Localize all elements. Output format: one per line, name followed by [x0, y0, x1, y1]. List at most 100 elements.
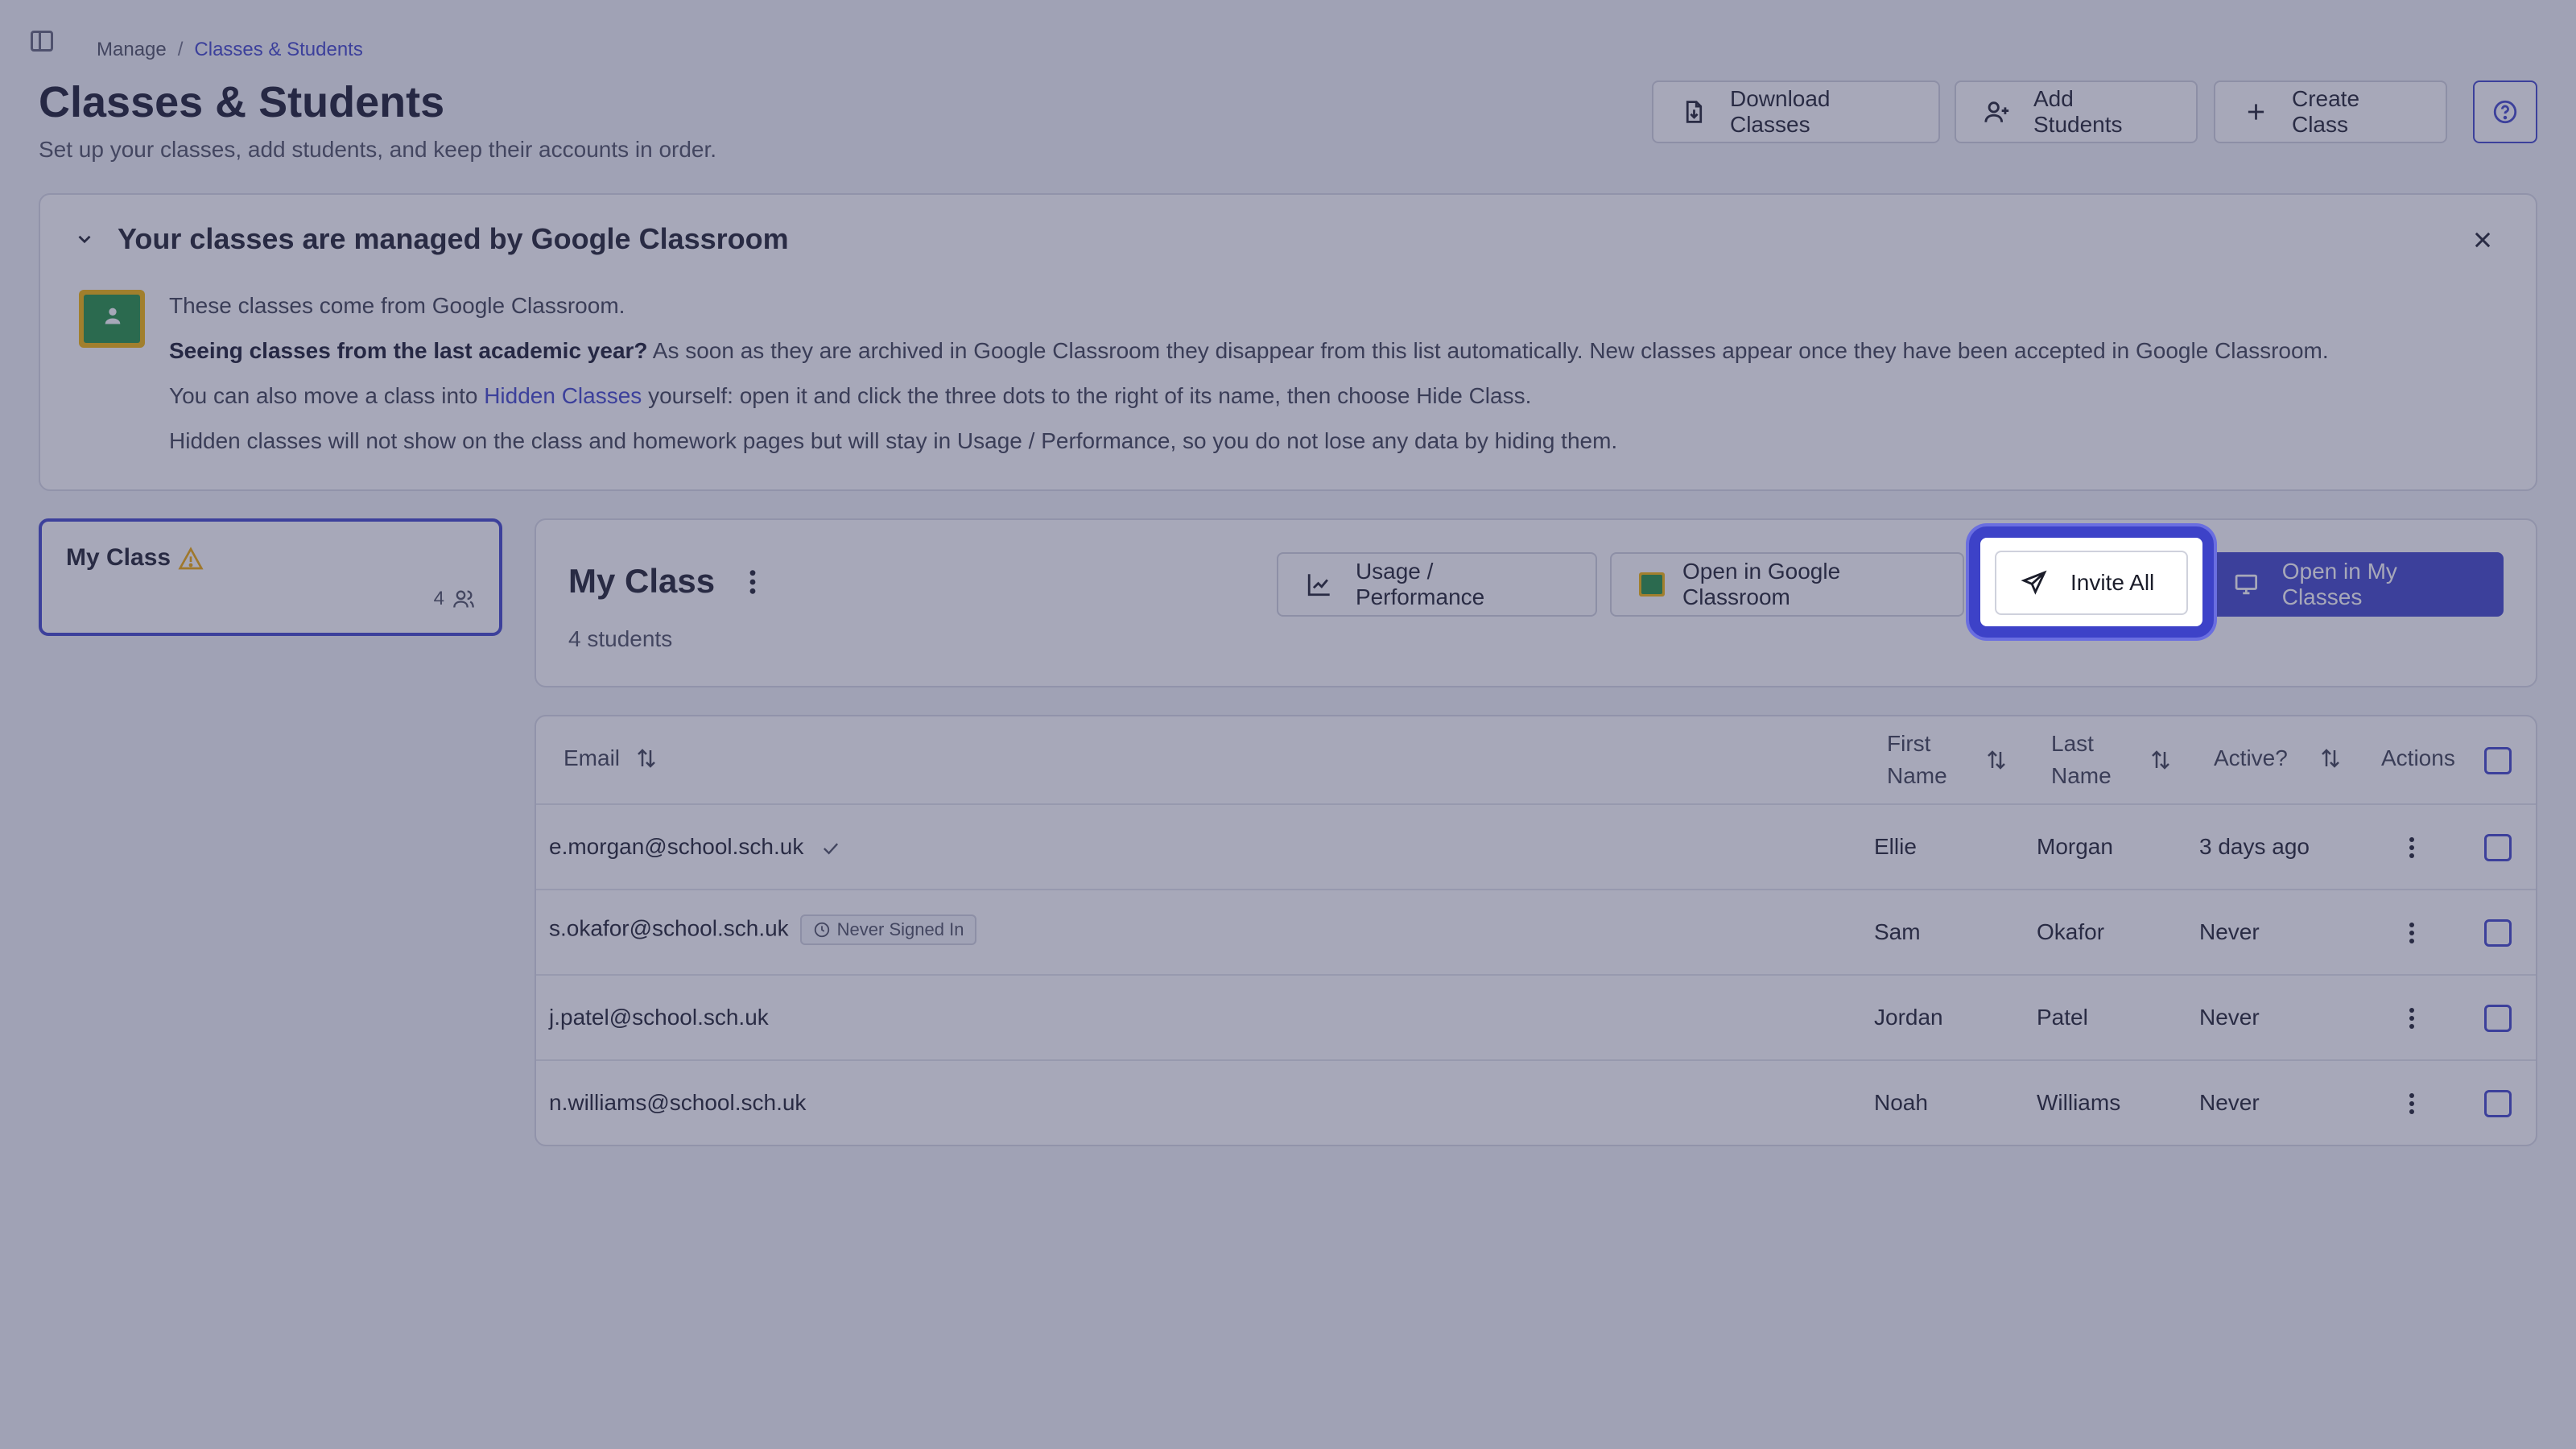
download-classes-label: Download Classes — [1729, 86, 1831, 137]
sidebar-toggle-icon[interactable] — [31, 31, 53, 52]
row-first-name: Jordan — [1874, 1005, 1943, 1030]
google-classroom-banner: Your classes are managed by Google Class… — [39, 193, 2537, 491]
table-row: j.patel@school.sch.uk Jordan Patel Never — [536, 976, 2536, 1061]
badge-label: Never Signed In — [836, 919, 964, 939]
row-email: n.williams@school.sch.uk — [549, 1090, 807, 1115]
download-classes-button[interactable]: Download Classes — [1652, 80, 1940, 143]
invite-all-button[interactable]: Invite All — [1995, 551, 2188, 615]
create-class-label: Create Class — [2291, 86, 2360, 137]
banner-line-2: Seeing classes from the last academic ye… — [169, 328, 2329, 374]
select-all-checkbox[interactable] — [2484, 747, 2512, 774]
send-icon — [2021, 570, 2047, 595]
class-kebab-icon[interactable] — [747, 568, 758, 596]
chevron-down-icon[interactable] — [74, 229, 95, 250]
sort-icon[interactable] — [1984, 748, 2008, 772]
check-icon — [824, 842, 839, 855]
clock-icon — [814, 922, 829, 938]
students-table: Email First Name Last Name Active? Actions… — [535, 715, 2537, 1146]
student-count: 4 — [434, 588, 475, 610]
last-name-column-header[interactable]: Last Name — [2051, 728, 2173, 792]
sort-icon[interactable] — [634, 746, 658, 770]
classroom-board — [84, 295, 140, 343]
row-email: s.okafor@school.sch.uk Never Signed In — [549, 914, 977, 945]
breadcrumb: Manage / Classes & Students — [97, 39, 363, 61]
actions-header-label: Actions — [2381, 745, 2455, 770]
help-button[interactable] — [2473, 80, 2537, 143]
close-icon[interactable] — [2471, 229, 2494, 251]
student-count-value: 4 — [433, 588, 444, 609]
banner-line-3: You can also move a class into Hidden Cl… — [169, 374, 2329, 419]
table-header: Email First Name Last Name Active? Actions — [536, 716, 2536, 805]
user-plus-icon — [1984, 101, 2009, 122]
class-list-item-name: My Class — [66, 544, 171, 571]
breadcrumb-current[interactable]: Classes & Students — [194, 39, 362, 60]
row-kebab-icon[interactable] — [2407, 921, 2417, 945]
open-google-classroom-label: Open in Google Classroom — [1682, 559, 1841, 609]
row-last-name: Williams — [2037, 1090, 2121, 1115]
google-classroom-icon — [79, 290, 145, 348]
row-kebab-icon[interactable] — [2407, 836, 2417, 860]
email-column-header[interactable]: Email — [564, 745, 658, 771]
sort-icon[interactable] — [2318, 746, 2343, 770]
never-signed-in-badge: Never Signed In — [799, 914, 977, 945]
row-first-name: Sam — [1874, 919, 1921, 944]
page: Manage / Classes & Students Classes & Stud… — [0, 0, 2576, 1449]
help-icon — [2493, 100, 2517, 124]
first-name-column-header[interactable]: First Name — [1887, 728, 2008, 792]
users-icon — [453, 590, 474, 608]
active-header-label: Active? — [2214, 745, 2288, 770]
row-email: j.patel@school.sch.uk — [549, 1005, 769, 1030]
page-subtitle: Set up your classes, add students, and k… — [39, 137, 717, 162]
active-column-header[interactable]: Active? — [2214, 745, 2343, 771]
breadcrumb-manage[interactable]: Manage — [97, 39, 167, 60]
first-name-header-label: First Name — [1887, 728, 1947, 792]
usage-performance-button[interactable]: Usage / Performance — [1277, 552, 1597, 617]
banner-text: These classes come from Google Classroom… — [169, 283, 2329, 464]
row-checkbox[interactable] — [2484, 1090, 2512, 1117]
person-glyph — [105, 308, 121, 324]
row-kebab-icon[interactable] — [2407, 1092, 2417, 1116]
row-checkbox[interactable] — [2484, 919, 2512, 947]
add-students-button[interactable]: Add Students — [1955, 80, 2198, 143]
class-list-item[interactable]: My Class 4 — [39, 518, 502, 636]
row-active: 3 days ago — [2199, 834, 2310, 859]
banner-line-3-pre: You can also move a class into — [169, 383, 485, 408]
row-checkbox[interactable] — [2484, 834, 2512, 861]
last-name-header-label: Last Name — [2051, 728, 2112, 792]
monitor-icon — [2235, 574, 2258, 595]
banner-line-3-post: yourself: open it and click the three do… — [642, 383, 1532, 408]
row-checkbox[interactable] — [2484, 1005, 2512, 1032]
warning-icon — [178, 547, 204, 570]
row-first-name: Noah — [1874, 1090, 1928, 1115]
class-title: My Class — [568, 562, 716, 600]
download-file-icon — [1686, 101, 1703, 123]
email-header-label: Email — [564, 745, 621, 770]
row-active: Never — [2199, 1090, 2260, 1115]
last-name-header-line2: Name — [2051, 763, 2112, 788]
open-in-my-classes-label: Open in My Classes — [2281, 559, 2397, 609]
google-classroom-small-icon — [1639, 572, 1666, 597]
table-row: s.okafor@school.sch.uk Never Signed In S… — [536, 890, 2536, 976]
last-name-header-line1: Last — [2051, 731, 2094, 756]
row-active: Never — [2199, 1005, 2260, 1030]
banner-line-2-bold: Seeing classes from the last academic ye… — [169, 338, 648, 363]
create-class-button[interactable]: Create Class — [2214, 80, 2447, 143]
sort-icon[interactable] — [2149, 748, 2173, 772]
hidden-classes-link[interactable]: Hidden Classes — [484, 383, 642, 408]
page-title: Classes & Students — [39, 78, 445, 126]
class-student-count: 4 students — [568, 626, 673, 651]
banner-line-2-rest: As soon as they are archived in Google C… — [647, 338, 2329, 363]
table-row: e.morgan@school.sch.uk Ellie Morgan 3 da… — [536, 805, 2536, 890]
invite-all-label: Invite All — [2070, 570, 2155, 595]
plus-icon — [2248, 104, 2264, 120]
row-kebab-icon[interactable] — [2407, 1006, 2417, 1030]
open-in-my-classes-button[interactable]: Open in My Classes — [2206, 552, 2504, 617]
row-last-name: Okafor — [2037, 919, 2105, 944]
row-last-name: Morgan — [2037, 834, 2113, 859]
breadcrumb-separator: / — [177, 39, 184, 60]
row-active: Never — [2199, 919, 2260, 944]
first-name-header-line2: Name — [1887, 763, 1947, 788]
table-row: n.williams@school.sch.uk Noah Williams N… — [536, 1061, 2536, 1145]
banner-line-1: These classes come from Google Classroom… — [169, 293, 625, 318]
open-google-classroom-button[interactable]: Open in Google Classroom — [1610, 552, 1964, 617]
